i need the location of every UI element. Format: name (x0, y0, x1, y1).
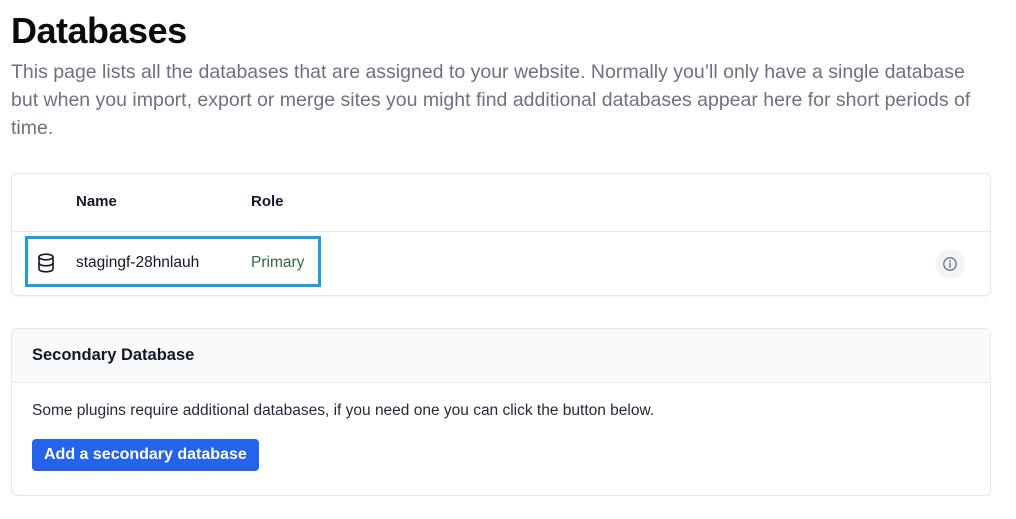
secondary-description: Some plugins require additional database… (32, 402, 655, 419)
page-description: This page lists all the databases that a… (11, 61, 971, 139)
database-name: stagingf-28hnlauh (76, 254, 200, 271)
secondary-database-card: Secondary Database Some plugins require … (11, 328, 991, 496)
databases-table: Name Role stagingf-28hnlauh Primary (11, 173, 991, 296)
secondary-title: Secondary Database (32, 346, 195, 364)
info-button[interactable] (935, 249, 965, 279)
table-header: Name Role (12, 174, 990, 232)
info-icon (942, 256, 958, 272)
add-secondary-database-button[interactable]: Add a secondary database (32, 439, 259, 471)
secondary-card-header: Secondary Database (12, 329, 990, 383)
database-role: Primary (251, 254, 305, 271)
page-title: Databases (11, 10, 187, 51)
column-header-name: Name (76, 193, 117, 210)
databases-page: Databases This page lists all the databa… (0, 0, 1016, 519)
column-header-role: Role (251, 193, 284, 210)
database-icon (37, 253, 55, 273)
table-row[interactable]: stagingf-28hnlauh Primary (12, 232, 990, 294)
